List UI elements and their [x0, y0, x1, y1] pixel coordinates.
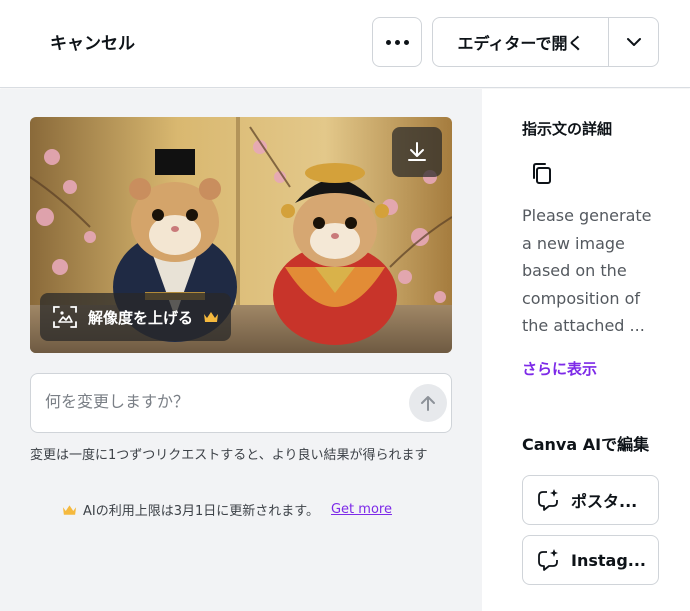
more-horizontal-icon: [385, 39, 391, 45]
more-options-button[interactable]: [372, 17, 422, 67]
edit-poster-button[interactable]: ポスタ...: [522, 475, 659, 525]
ai-sparkle-chat-icon: [538, 549, 558, 571]
top-bar: キャンセル エディターで開く: [0, 0, 690, 88]
edit-poster-label: ポスタ...: [571, 492, 638, 511]
arrow-up-icon: [421, 396, 435, 411]
crown-icon: [204, 312, 219, 322]
prompt-details-title: 指示文の詳細: [522, 120, 613, 138]
usage-limit-notice: AIの利用上限は3月1日に更新されます。 Get more: [62, 500, 392, 519]
download-icon: [408, 142, 426, 161]
usage-limit-text: AIの利用上限は3月1日に更新されます。: [83, 504, 319, 519]
open-in-editor-button[interactable]: エディターで開く: [433, 18, 609, 66]
prompt-details-sidebar: [482, 89, 690, 611]
request-hint-text: 変更は一度に1つずつリクエストすると、より良い結果が得られます: [30, 448, 428, 463]
edit-with-canva-ai-title: Canva AIで編集: [522, 435, 650, 454]
edit-instagram-label: Instag...: [571, 550, 646, 570]
chevron-down-icon: [626, 38, 641, 46]
cancel-button[interactable]: キャンセル: [50, 29, 135, 54]
edit-instagram-button[interactable]: Instag...: [522, 535, 659, 585]
image-upscale-icon: [53, 306, 77, 328]
show-more-link[interactable]: さらに表示: [522, 358, 597, 379]
prompt-text: Please generate a new image based on the…: [522, 206, 652, 335]
download-button[interactable]: [392, 127, 442, 177]
open-editor-group: エディターで開く: [432, 17, 659, 67]
more-dot: [394, 39, 400, 45]
change-prompt-box: [30, 373, 452, 433]
open-editor-dropdown-button[interactable]: [609, 18, 658, 66]
upscale-button[interactable]: 解像度を上げる: [40, 293, 232, 341]
copy-icon[interactable]: [528, 160, 556, 188]
crown-icon: [62, 504, 77, 515]
generated-image[interactable]: 解像度を上げる: [30, 117, 452, 353]
get-more-link[interactable]: Get more: [331, 502, 392, 517]
change-prompt-input[interactable]: [45, 392, 385, 411]
more-dot: [403, 39, 409, 45]
upscale-label: 解像度を上げる: [88, 308, 194, 327]
send-button[interactable]: [409, 384, 447, 422]
ai-sparkle-chat-icon: [538, 489, 558, 511]
